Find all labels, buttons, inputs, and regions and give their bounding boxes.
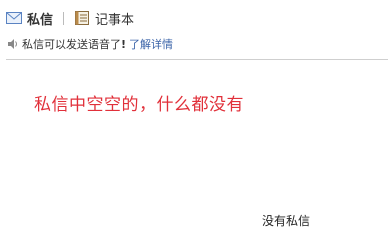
empty-message: 私信中空空的，什么都没有 [34, 95, 244, 115]
no-messages-label: 没有私信 [262, 214, 311, 228]
tab-messages-label: 私信 [27, 12, 54, 28]
tab-messages[interactable]: 私信 [6, 9, 53, 28]
speaker-icon [7, 38, 19, 50]
voice-notice-text: 私信可以发送语音了 [22, 38, 121, 51]
divider [6, 59, 388, 60]
envelope-icon [6, 11, 22, 25]
notebook-icon [74, 11, 90, 25]
tab-bar: 私信 记事本 [6, 8, 134, 28]
learn-more-link[interactable]: 了解详情 [129, 36, 173, 52]
tab-separator [63, 11, 65, 25]
voice-notice: 私信可以发送语音了 ! 了解详情 [7, 36, 173, 52]
tab-notebook[interactable]: 记事本 [74, 9, 134, 28]
tab-notebook-label: 记事本 [95, 12, 135, 28]
voice-notice-exclamation: ! [121, 37, 127, 51]
